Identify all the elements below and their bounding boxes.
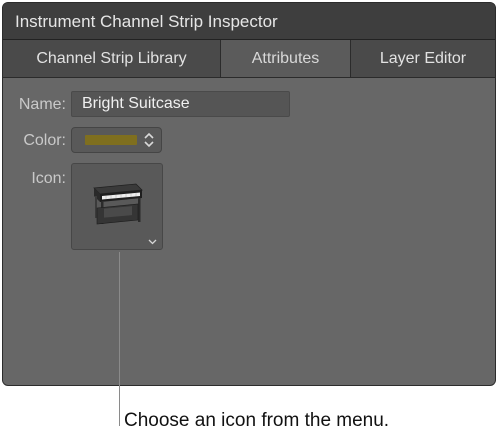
name-field[interactable]: Bright Suitcase: [71, 91, 290, 117]
tab-bar: Channel Strip Library Attributes Layer E…: [3, 40, 495, 78]
callout-line: [119, 252, 120, 426]
icon-popup[interactable]: [71, 163, 163, 250]
tab-attributes[interactable]: Attributes: [221, 40, 351, 77]
color-label: Color:: [23, 132, 66, 149]
up-down-chevron-icon: [144, 132, 154, 148]
color-popup[interactable]: [71, 127, 162, 153]
tab-channel-strip-library[interactable]: Channel Strip Library: [3, 40, 221, 77]
electric-piano-icon: [93, 183, 143, 225]
tab-layer-editor[interactable]: Layer Editor: [351, 40, 495, 77]
color-swatch: [85, 135, 137, 145]
name-label: Name:: [18, 96, 66, 113]
chevron-down-icon: [148, 239, 157, 245]
icon-label: Icon:: [31, 170, 66, 187]
window-title: Instrument Channel Strip Inspector: [3, 3, 495, 40]
callout-text: Choose an icon from the menu.: [124, 410, 390, 431]
